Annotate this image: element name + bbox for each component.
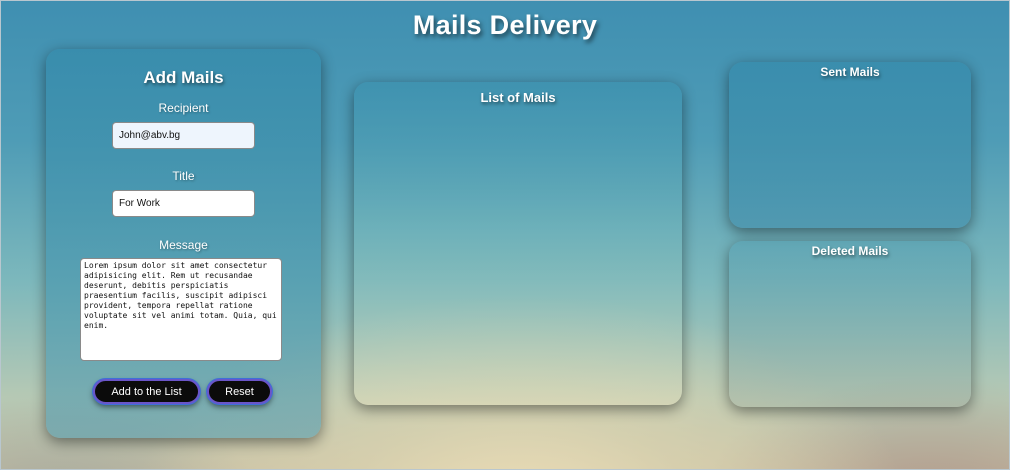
message-label: Message	[159, 238, 208, 252]
list-of-mails-heading: List of Mails	[480, 90, 556, 105]
message-textarea[interactable]: Lorem ipsum dolor sit amet consectetur a…	[80, 258, 282, 361]
recipient-label: Recipient	[158, 101, 209, 115]
reset-button[interactable]: Reset	[207, 379, 272, 404]
deleted-mails-heading: Deleted Mails	[811, 244, 889, 258]
list-of-mails-panel: List of Mails	[354, 82, 682, 405]
page-title: Mails Delivery	[412, 10, 598, 40]
title-label: Title	[172, 169, 195, 183]
deleted-mails-panel: Deleted Mails	[729, 241, 971, 407]
add-to-list-button[interactable]: Add to the List	[93, 379, 200, 404]
title-input[interactable]	[112, 190, 255, 217]
sent-mails-panel: Sent Mails	[729, 62, 971, 228]
add-mails-heading: Add Mails	[143, 68, 224, 87]
recipient-input[interactable]	[112, 122, 255, 149]
add-mails-panel: Add Mails Recipient Title Message Lorem …	[46, 49, 321, 438]
sent-mails-heading: Sent Mails	[820, 65, 880, 79]
